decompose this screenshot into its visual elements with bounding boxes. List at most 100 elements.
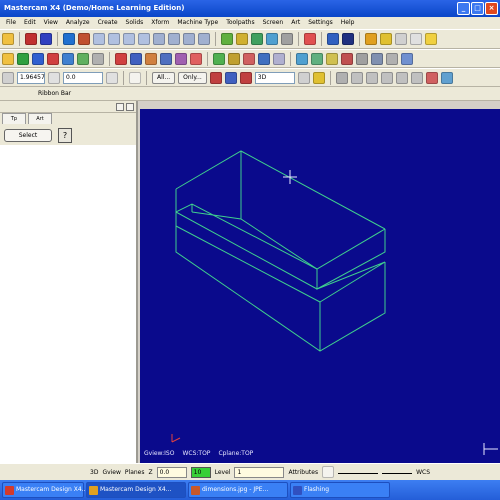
view-mode-toggle[interactable]: 3D (90, 469, 98, 476)
delete-icon[interactable] (190, 52, 202, 65)
fast-point-icon[interactable] (106, 71, 118, 84)
minimize-button[interactable]: _ (457, 2, 470, 15)
zoom-window-icon[interactable] (93, 33, 105, 45)
sweep-icon[interactable] (326, 52, 338, 65)
line-width-preview[interactable] (382, 470, 413, 474)
autocursor-icon[interactable] (2, 71, 14, 84)
side-view-icon[interactable] (183, 33, 195, 45)
color-swatch[interactable]: 10 (190, 466, 211, 478)
tab-toolpaths[interactable]: Tp (2, 113, 26, 124)
chain-select-icon[interactable] (239, 71, 252, 84)
menu-toolpaths[interactable]: Toolpaths (222, 17, 258, 29)
perpendicular-icon[interactable] (440, 71, 453, 84)
trim-icon[interactable] (115, 52, 127, 65)
select-button[interactable]: Select (4, 128, 52, 142)
wireframe-icon[interactable] (221, 33, 233, 45)
grid-icon[interactable] (410, 33, 422, 45)
menu-file[interactable]: File (2, 17, 20, 29)
wcs-button[interactable]: WCS (416, 469, 430, 476)
chamfer-icon[interactable] (92, 52, 104, 65)
solid-shade-icon[interactable] (251, 33, 263, 45)
layers-icon[interactable] (395, 33, 407, 45)
extend-icon[interactable] (175, 52, 187, 65)
surface-icon[interactable] (401, 52, 413, 65)
gview-button[interactable]: Gview (102, 469, 120, 476)
menu-xform[interactable]: Xform (147, 17, 173, 29)
planes-icon[interactable] (304, 33, 316, 45)
top-view-icon[interactable] (153, 33, 165, 45)
fit-icon[interactable] (78, 33, 90, 45)
planes-button[interactable]: Planes (125, 469, 145, 476)
quadrant-icon[interactable] (410, 71, 423, 84)
menu-solids[interactable]: Solids (122, 17, 148, 29)
panel-close-icon[interactable] (126, 103, 134, 111)
iso-view-icon[interactable] (198, 33, 210, 45)
translucent-icon[interactable] (266, 33, 278, 45)
dropdown-arrow-icon[interactable] (297, 71, 310, 84)
selection-mode-icon[interactable] (209, 71, 222, 84)
shaded-icon[interactable] (236, 33, 248, 45)
rotate-xform-icon[interactable] (243, 52, 255, 65)
rectangle-icon[interactable] (77, 52, 89, 65)
modify-normal-icon[interactable] (160, 52, 172, 65)
close-button[interactable]: × (485, 2, 498, 15)
open-icon[interactable] (2, 33, 14, 45)
graphics-viewport[interactable]: Gview:ISO WCS:TOP Cplane:TOP (140, 109, 500, 463)
fillet-icon[interactable] (47, 52, 59, 65)
zoom-target-icon[interactable] (138, 33, 150, 45)
menu-screen[interactable]: Screen (259, 17, 288, 29)
rotate-icon[interactable] (327, 33, 339, 45)
coordinate-field[interactable]: 1.96457 (17, 71, 45, 84)
brush-icon[interactable] (380, 33, 392, 45)
shell-icon[interactable] (371, 52, 383, 65)
globe-icon[interactable] (342, 33, 354, 45)
tips-icon[interactable] (425, 33, 437, 45)
window-select-icon[interactable] (224, 71, 237, 84)
level-field[interactable]: 1 (234, 466, 285, 478)
undo-icon[interactable] (25, 33, 37, 45)
menu-view[interactable]: View (40, 17, 62, 29)
attributes-button[interactable]: Attributes (288, 469, 318, 476)
solid-fillet-icon[interactable] (356, 52, 368, 65)
line-style-icon[interactable] (322, 466, 335, 478)
menu-art[interactable]: Art (287, 17, 304, 29)
pan-icon[interactable] (63, 33, 75, 45)
loft-icon[interactable] (341, 52, 353, 65)
revolve-icon[interactable] (311, 52, 323, 65)
help-icon[interactable] (129, 71, 141, 84)
view-dropdown[interactable]: 3D (254, 71, 295, 84)
extrude-icon[interactable] (296, 52, 308, 65)
translate-icon[interactable] (213, 52, 225, 65)
select-only-button[interactable]: Only... (178, 71, 207, 84)
select-all-button[interactable]: All... (152, 71, 176, 84)
menu-create[interactable]: Create (94, 17, 122, 29)
pin-icon[interactable] (116, 103, 124, 111)
endpoint-icon[interactable] (350, 71, 363, 84)
taskbar-item-flashing[interactable]: Flashing (290, 482, 390, 498)
menu-edit[interactable]: Edit (20, 17, 40, 29)
arc-icon[interactable] (32, 52, 44, 65)
join-icon[interactable] (145, 52, 157, 65)
tab-art[interactable]: Art (28, 113, 52, 124)
line-icon[interactable] (17, 52, 29, 65)
menu-settings[interactable]: Settings (304, 17, 337, 29)
window-title-bar[interactable]: Mastercam X4 (Demo/Home Learning Edition… (0, 0, 500, 17)
vector-icon[interactable] (312, 71, 325, 84)
scale-icon[interactable] (258, 52, 270, 65)
intersection-icon[interactable] (395, 71, 408, 84)
pencil-icon[interactable] (365, 33, 377, 45)
menu-machine-type[interactable]: Machine Type (173, 17, 222, 29)
tangent-icon[interactable] (425, 71, 438, 84)
zoom-out-icon[interactable] (123, 33, 135, 45)
center-icon[interactable] (380, 71, 393, 84)
taskbar-item-mastercam-1[interactable]: Mastercam Design X4... (2, 482, 87, 498)
front-view-icon[interactable] (168, 33, 180, 45)
break-icon[interactable] (130, 52, 142, 65)
hidden-line-icon[interactable] (281, 33, 293, 45)
mirror-icon[interactable] (228, 52, 240, 65)
line-style-preview[interactable] (338, 470, 379, 474)
menu-help[interactable]: Help (337, 17, 359, 29)
spline-icon[interactable] (62, 52, 74, 65)
midpoint-icon[interactable] (365, 71, 378, 84)
point-icon[interactable] (2, 52, 14, 65)
